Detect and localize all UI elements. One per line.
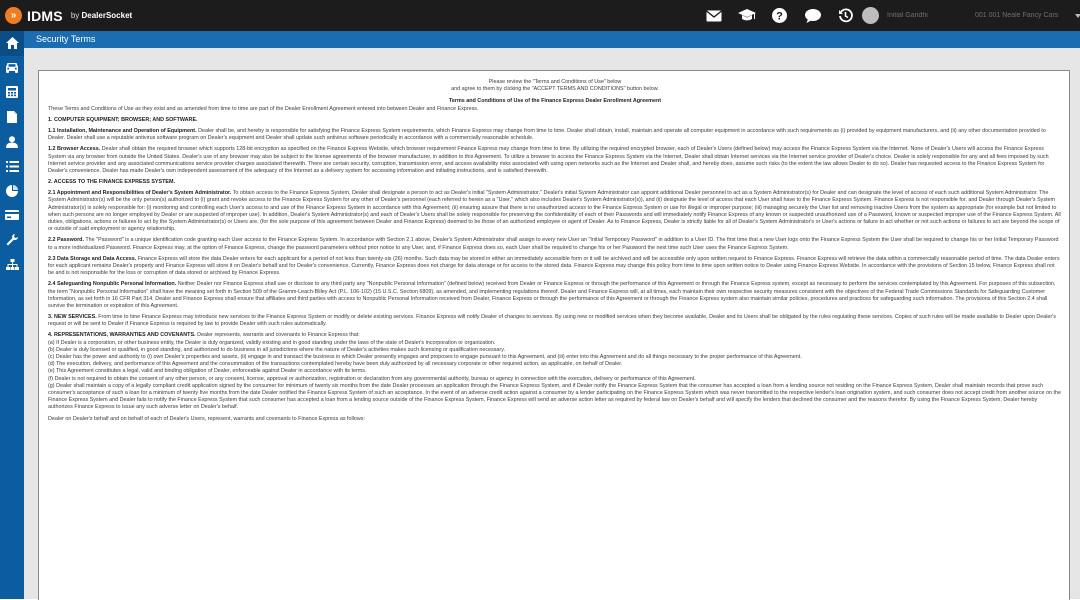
brand-name: IDMS xyxy=(27,7,63,24)
sidebar-item-vehicles[interactable] xyxy=(0,56,24,81)
brand-logo[interactable]: » IDMS by DealerSocket xyxy=(5,5,132,26)
page-title-bar: Security Terms xyxy=(24,31,1080,48)
section-1-2-body: Dealer shall obtain the required browser… xyxy=(48,146,1049,174)
user-icon xyxy=(6,135,18,148)
section-4: 4. REPRESENTATIONS, WARRANTIES AND COVEN… xyxy=(48,332,1062,411)
section-3-lead: 3. NEW SERVICES. xyxy=(48,314,97,321)
section-4-item-f: (f) Dealer is not required to obtain the… xyxy=(48,375,696,382)
terms-document: Please review the "Terms and Conditions … xyxy=(48,79,1062,427)
main-content: Please review the "Terms and Conditions … xyxy=(24,48,1080,600)
section-2-4: 2.4 Safeguarding Nonpublic Personal Info… xyxy=(48,281,1062,310)
section-1-1-body: Dealer shall be, and hereby is responsib… xyxy=(48,127,1046,142)
sidebar xyxy=(0,31,24,599)
idms-logo-icon: » xyxy=(5,7,22,24)
section-4-item-a: (a) If Dealer is a corporation, or other… xyxy=(48,339,496,346)
top-bar: » IDMS by DealerSocket ? Initial Gandhi … xyxy=(0,0,1080,31)
home-icon xyxy=(5,37,19,50)
section-1-2-lead: 1.2 Browser Access. xyxy=(48,146,101,153)
section-2-3-body: Finance Express will store the data Deal… xyxy=(48,255,1060,277)
section-2-1-body: To obtain access to the Finance Express … xyxy=(48,190,1061,233)
sidebar-item-documents[interactable] xyxy=(0,105,24,130)
section-4-item-c: (c) Dealer has the power and authority t… xyxy=(48,354,802,360)
pie-chart-icon xyxy=(6,184,18,197)
terms-intro: Please review the "Terms and Conditions … xyxy=(48,79,1062,93)
terms-tail: Dealer on Dealer's behalf and on behalf … xyxy=(48,415,365,422)
section-1-1-lead: 1.1 Installation, Maintenance and Operat… xyxy=(48,127,197,134)
section-1-1: 1.1 Installation, Maintenance and Operat… xyxy=(48,128,1062,142)
terms-title: Terms and Conditions of Use of the Finan… xyxy=(448,98,662,105)
user-menu[interactable]: Initial Gandhi 001 001 Neale Fancy Cars xyxy=(862,0,1080,31)
chat-icon[interactable] xyxy=(796,0,829,31)
section-2-3: 2.3 Data Storage and Data Access. Financ… xyxy=(48,256,1062,278)
terms-preamble: These Terms and Conditions of Use as the… xyxy=(48,105,479,112)
sidebar-item-organization[interactable] xyxy=(0,252,24,277)
user-name: Initial Gandhi xyxy=(887,12,928,19)
svg-text:?: ? xyxy=(776,11,783,23)
graduation-cap-icon[interactable] xyxy=(730,0,763,31)
mail-icon[interactable] xyxy=(697,0,730,31)
section-2-4-body: Neither Dealer nor Finance Express shall… xyxy=(48,281,1056,309)
intro-line-1: Please review the "Terms and Conditions … xyxy=(488,79,622,85)
dealer-name: 001 001 Neale Fancy Cars xyxy=(975,12,1059,19)
sidebar-item-customers[interactable] xyxy=(0,129,24,154)
calculator-icon xyxy=(6,86,18,99)
sidebar-item-calculator[interactable] xyxy=(0,80,24,105)
section-4-lead: 4. REPRESENTATIONS, WARRANTIES AND COVEN… xyxy=(48,332,196,339)
brand-sub-prefix: by xyxy=(70,11,80,20)
section-2-heading: 2. ACCESS TO THE FINANCE EXPRESS SYSTEM. xyxy=(48,179,176,186)
section-4-item-g: (g) Dealer shall maintain a copy of a le… xyxy=(48,382,1062,411)
intro-line-2: and agree to them by clicking the "ACCEP… xyxy=(451,86,659,93)
list-icon xyxy=(5,160,19,172)
section-2-2: 2.2 Password. The "Password" is a unique… xyxy=(48,237,1062,251)
section-1-2: 1.2 Browser Access. Dealer shall obtain … xyxy=(48,146,1062,175)
sidebar-item-reports[interactable] xyxy=(0,179,24,204)
header-icon-bar: ? xyxy=(697,0,862,31)
section-3: 3. NEW SERVICES. From time to time Finan… xyxy=(48,314,1062,328)
page-title: Security Terms xyxy=(36,34,96,44)
credit-card-icon xyxy=(5,210,19,221)
history-icon[interactable] xyxy=(829,0,862,31)
section-2-4-lead: 2.4 Safeguarding Nonpublic Personal Info… xyxy=(48,281,177,288)
section-4-item-d: (d) The execution, delivery, and perform… xyxy=(48,361,623,368)
section-3-body: From time to time Finance Express may in… xyxy=(48,314,1056,328)
section-4-body: Dealer represents, warrants and covenant… xyxy=(197,332,360,339)
terms-scroll-area[interactable]: Please review the "Terms and Conditions … xyxy=(38,70,1070,600)
section-2-1: 2.1 Appointment and Responsibilities of … xyxy=(48,190,1062,233)
section-4-item-b: (b) Dealer is duly licensed or qualified… xyxy=(48,346,505,353)
section-2-2-body: The "Password" is a unique identificatio… xyxy=(48,237,1059,251)
section-2-1-lead: 2.1 Appointment and Responsibilities of … xyxy=(48,190,232,197)
avatar xyxy=(862,7,879,24)
section-4-intro: 4. REPRESENTATIONS, WARRANTIES AND COVEN… xyxy=(48,332,1062,339)
file-icon xyxy=(7,111,17,124)
section-4-item-e: (e) This Agreement constitutes a legal, … xyxy=(48,368,367,375)
chevron-down-icon xyxy=(1075,13,1080,18)
section-2-2-lead: 2.2 Password. xyxy=(48,237,84,244)
section-2-3-lead: 2.3 Data Storage and Data Access. xyxy=(48,255,137,262)
help-icon[interactable]: ? xyxy=(763,0,796,31)
brand-sub-name: DealerSocket xyxy=(81,11,133,20)
sidebar-item-home[interactable] xyxy=(0,31,24,56)
wrench-icon xyxy=(6,234,18,246)
sitemap-icon xyxy=(5,258,19,270)
car-icon xyxy=(6,63,18,74)
brand-subtitle: by DealerSocket xyxy=(71,11,132,20)
section-1-heading: 1. COMPUTER EQUIPMENT; BROWSER; AND SOFT… xyxy=(48,116,198,123)
sidebar-item-payments[interactable] xyxy=(0,203,24,228)
sidebar-item-lists[interactable] xyxy=(0,154,24,179)
sidebar-item-tools[interactable] xyxy=(0,228,24,253)
